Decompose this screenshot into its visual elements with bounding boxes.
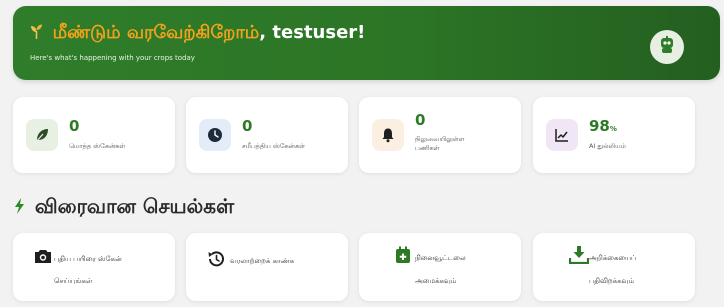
stat-value: 0 (415, 111, 426, 129)
camera-icon (34, 248, 52, 268)
chart-line-icon (546, 119, 578, 151)
quick-actions-title-text: விரைவான செயல்கள் (34, 194, 235, 218)
action-set-reminder[interactable]: நினைவூட்டலை அமைக்கவும் (359, 233, 521, 301)
welcome-banner: மீண்டும் வரவேற்கிறோம், testuser! Here's … (13, 6, 720, 80)
username: testuser (272, 22, 358, 43)
stat-card-recent-scans: 0 சமீபத்திய ஸ்கேன்கள் (186, 97, 348, 173)
bell-icon (372, 119, 404, 151)
stat-card-ai-accuracy: 98% AI துல்லியம் (533, 97, 695, 173)
stat-number: 98 (589, 117, 610, 135)
action-label-line2: செய்யுங்கள் (54, 277, 93, 285)
stat-unit: % (609, 125, 617, 133)
robot-avatar-icon (657, 35, 677, 59)
welcome-heading: மீண்டும் வரவேற்கிறோம், testuser! (30, 21, 365, 45)
leaf-icon (26, 119, 58, 151)
stat-label: AI துல்லியம் (589, 142, 626, 150)
history-icon (207, 250, 225, 272)
action-scan-new-crop[interactable]: புதிய பயிரை ஸ்கேன் செய்யுங்கள் (13, 233, 175, 301)
stat-value: 0 (242, 117, 253, 135)
stat-value: 0 (69, 117, 80, 135)
action-download-report[interactable]: அறிக்கையைப் பதிவிறக்கவும் (533, 233, 695, 301)
action-label-line2: பதிவிறக்கவும் (589, 277, 634, 285)
calendar-plus-icon (395, 246, 411, 268)
download-icon (568, 246, 590, 268)
action-label: புதிய பயிரை ஸ்கேன் (54, 255, 122, 263)
clock-icon (199, 119, 231, 151)
stat-card-total-scans: 0 மொத்த ஸ்கேன்கள் (13, 97, 175, 173)
greeting-comma: , (259, 22, 267, 43)
action-view-history[interactable]: வரலாற்றைக் காண்க (186, 233, 348, 301)
stat-value: 98% (589, 117, 617, 135)
stat-card-pending-tasks: 0 நிலுவையிலுள்ள பணிகள் (359, 97, 521, 173)
action-label-line2: அமைக்கவும் (415, 277, 457, 285)
user-avatar[interactable] (650, 30, 684, 64)
greeting-text: மீண்டும் வரவேற்கிறோம் (52, 22, 260, 43)
banner-subtitle: Here's what's happening with your crops … (30, 54, 195, 62)
stat-label: நிலுவையிலுள்ள பணிகள் (415, 135, 465, 152)
action-label: அறிக்கையைப் (589, 254, 637, 262)
action-label: நினைவூட்டலை (415, 254, 466, 262)
bolt-icon (14, 198, 31, 218)
stat-label: சமீபத்திய ஸ்கேன்கள் (242, 142, 305, 150)
stat-label: மொத்த ஸ்கேன்கள் (69, 142, 126, 150)
action-label: வரலாற்றைக் காண்க (230, 257, 295, 265)
greeting-exclaim: ! (357, 22, 366, 43)
quick-actions-title: விரைவான செயல்கள் (14, 194, 234, 221)
sprout-icon (30, 23, 49, 42)
